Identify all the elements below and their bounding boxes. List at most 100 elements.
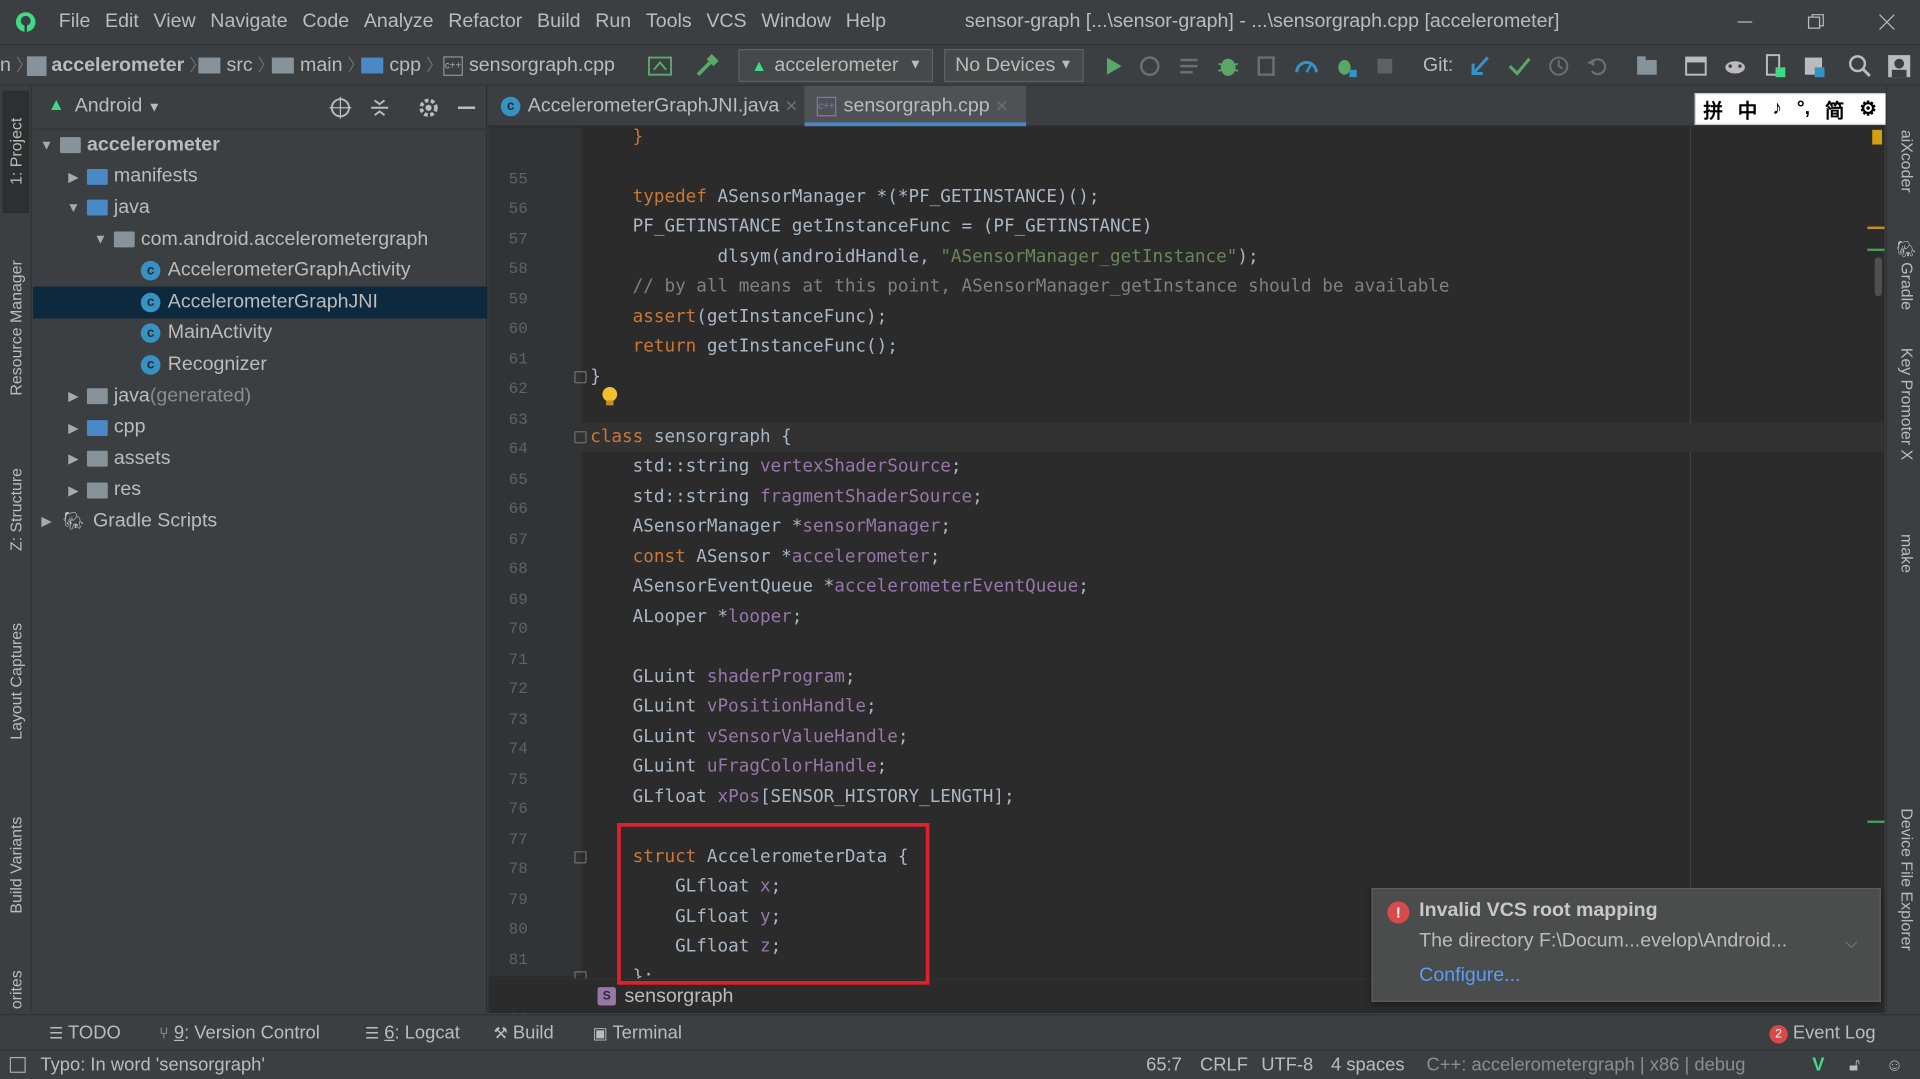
tree-item[interactable]: ▶ manifests bbox=[33, 161, 487, 192]
git-commit-icon[interactable] bbox=[1506, 53, 1533, 80]
collapsed-arrow-icon[interactable]: ▶ bbox=[38, 514, 55, 530]
scroll-marker[interactable] bbox=[1867, 248, 1885, 252]
breadcrumb-file[interactable]: c++ sensorgraph.cpp bbox=[443, 45, 615, 85]
sync-project-icon[interactable] bbox=[647, 53, 674, 80]
warning-marker-icon[interactable] bbox=[1872, 129, 1883, 145]
make-project-hammer-icon[interactable] bbox=[693, 53, 720, 80]
caret-position[interactable]: 65:7 bbox=[1146, 1051, 1182, 1079]
ime-button[interactable]: ♪ bbox=[1772, 98, 1782, 120]
tab-logcat[interactable]: ☰ 6: Logcat bbox=[365, 1015, 460, 1051]
attach-debugger-icon[interactable] bbox=[1332, 53, 1359, 80]
ime-button[interactable]: 拼 bbox=[1703, 94, 1723, 123]
close-icon[interactable] bbox=[1851, 0, 1920, 43]
git-update-icon[interactable] bbox=[1467, 53, 1494, 80]
debug-icon[interactable] bbox=[1215, 53, 1242, 80]
tree-item[interactable]: ▶ cpp bbox=[33, 412, 487, 443]
menu-item-refactor[interactable]: Refactor bbox=[441, 0, 530, 43]
tab-key-promoter[interactable]: Key Promoter X bbox=[1892, 348, 1916, 507]
tree-item[interactable]: c Recognizer bbox=[33, 349, 487, 380]
tree-item[interactable]: ▼ accelerometer bbox=[33, 130, 487, 161]
restore-icon[interactable] bbox=[1780, 0, 1851, 43]
breadcrumb-cpp[interactable]: cpp 〉 bbox=[361, 45, 443, 85]
tab-project[interactable]: 1: Project bbox=[2, 90, 30, 214]
line-separator[interactable]: CRLF bbox=[1200, 1051, 1248, 1079]
tab-event-log[interactable]: 2 Event Log bbox=[1769, 1015, 1876, 1051]
device-manager-icon[interactable] bbox=[1761, 53, 1788, 80]
configure-link[interactable]: Configure... bbox=[1419, 965, 1520, 987]
tab-resource-manager[interactable]: Resource Manager bbox=[2, 242, 29, 413]
run-icon[interactable] bbox=[1100, 53, 1127, 80]
tree-item[interactable]: ▼ java bbox=[33, 193, 487, 224]
code-line[interactable]: assert(getInstanceFunc); bbox=[590, 302, 888, 332]
lightbulb-intention-icon[interactable] bbox=[601, 386, 618, 408]
tab-build[interactable]: ⚒ Build bbox=[493, 1015, 553, 1051]
menu-item-analyze[interactable]: Analyze bbox=[357, 0, 441, 43]
apply-code-changes-icon[interactable] bbox=[1176, 53, 1203, 80]
vcs-check-icon[interactable]: V bbox=[1812, 1055, 1824, 1076]
code-line[interactable]: GLfloat xPos[SENSOR_HISTORY_LENGTH]; bbox=[590, 782, 1015, 812]
code-line[interactable]: ASensorManager *sensorManager; bbox=[590, 512, 951, 542]
file-encoding[interactable]: UTF-8 bbox=[1261, 1051, 1313, 1079]
tab-terminal[interactable]: ▣ Terminal bbox=[593, 1015, 682, 1051]
tab-gradle[interactable]: 🐘︎ Gradle bbox=[1892, 238, 1916, 324]
stop-icon[interactable] bbox=[1371, 53, 1398, 80]
chevron-down-icon[interactable]: ⌵ bbox=[1845, 933, 1857, 953]
code-line[interactable]: class sensorgraph { bbox=[590, 422, 792, 452]
tree-item[interactable]: ▼ com.android.accelerometergraph bbox=[33, 224, 487, 255]
device-select[interactable]: No Devices ▼ bbox=[944, 48, 1084, 83]
editor-scrollbar-thumb[interactable] bbox=[1874, 257, 1883, 297]
tree-item[interactable]: c MainActivity bbox=[33, 318, 487, 349]
menu-item-run[interactable]: Run bbox=[588, 0, 639, 43]
code-line[interactable]: return getInstanceFunc(); bbox=[590, 332, 898, 362]
code-line[interactable]: const ASensor *accelerometer; bbox=[590, 542, 941, 572]
status-message[interactable]: Typo: In word 'sensorgraph' bbox=[40, 1051, 264, 1079]
project-view-select[interactable]: Android ▼ bbox=[75, 96, 161, 118]
menu-item-edit[interactable]: Edit bbox=[98, 0, 146, 43]
code-line[interactable]: ASensorEventQueue *accelerometerEventQue… bbox=[590, 572, 1089, 602]
run-with-coverage-icon[interactable] bbox=[1254, 53, 1281, 80]
indent-setting[interactable]: 4 spaces bbox=[1331, 1051, 1405, 1079]
scroll-marker[interactable] bbox=[1867, 820, 1885, 824]
settings-gear-icon[interactable] bbox=[416, 96, 440, 120]
tab-make[interactable]: make bbox=[1892, 534, 1916, 583]
tree-item[interactable]: ▶ assets bbox=[33, 443, 487, 474]
code-line[interactable]: ALooper *looper; bbox=[590, 602, 803, 632]
code-line[interactable]: } bbox=[590, 362, 601, 392]
code-line[interactable]: GLuint vPositionHandle; bbox=[590, 692, 877, 722]
code-line[interactable]: GLuint vSensorValueHandle; bbox=[590, 722, 909, 752]
collapsed-arrow-icon[interactable]: ▶ bbox=[65, 482, 82, 499]
ime-button[interactable]: 中 bbox=[1738, 94, 1758, 123]
menu-item-file[interactable]: File bbox=[51, 0, 97, 43]
tab-structure[interactable]: Z: Structure bbox=[2, 448, 29, 570]
account-icon[interactable] bbox=[1886, 53, 1913, 80]
code-line[interactable]: } bbox=[590, 122, 644, 152]
tab-sensorgraph-cpp[interactable]: c++ sensorgraph.cpp ✕ bbox=[804, 85, 1027, 127]
code-line[interactable]: GLuint shaderProgram; bbox=[590, 662, 856, 692]
tab-aixcoder[interactable]: aiXcoder bbox=[1892, 130, 1916, 203]
apply-changes-icon[interactable] bbox=[1136, 53, 1163, 80]
minimize-icon[interactable] bbox=[1709, 0, 1780, 43]
code-line[interactable]: dlsym(androidHandle, "ASensorManager_get… bbox=[590, 242, 1258, 272]
cpp-context[interactable]: C++: accelerometergraph | x86 | debug bbox=[1427, 1051, 1746, 1079]
expanded-arrow-icon[interactable]: ▼ bbox=[92, 232, 109, 247]
locate-file-icon[interactable] bbox=[328, 96, 352, 120]
fold-marker-icon[interactable] bbox=[574, 430, 587, 443]
tree-item[interactable]: c AccelerometerGraphJNI bbox=[33, 286, 488, 318]
tab-device-file-explorer[interactable]: Device File Explorer bbox=[1892, 808, 1916, 992]
tree-item[interactable]: ▶ res bbox=[33, 475, 487, 506]
collapsed-arrow-icon[interactable]: ▶ bbox=[65, 451, 82, 467]
expanded-arrow-icon[interactable]: ▼ bbox=[65, 201, 82, 216]
tab-todo[interactable]: ☰ TODO bbox=[49, 1015, 121, 1051]
sdk-manager-icon[interactable] bbox=[1682, 53, 1709, 80]
breadcrumb-main[interactable]: main 〉 bbox=[271, 45, 365, 85]
search-icon[interactable] bbox=[1847, 53, 1874, 80]
git-rollback-icon[interactable] bbox=[1584, 53, 1611, 80]
toggle-tool-windows-icon[interactable] bbox=[9, 1056, 26, 1073]
code-line[interactable]: typedef ASensorManager *(*PF_GETINSTANCE… bbox=[590, 182, 1100, 212]
menu-item-code[interactable]: Code bbox=[295, 0, 357, 43]
tab-accelerometergraphjni-java[interactable]: c AccelerometerGraphJNI.java ✕ bbox=[489, 86, 805, 126]
profile-icon[interactable] bbox=[1293, 53, 1320, 80]
expanded-arrow-icon[interactable]: ▼ bbox=[38, 138, 55, 153]
ime-button[interactable]: °, bbox=[1797, 98, 1810, 120]
fold-marker-icon[interactable] bbox=[574, 370, 587, 383]
